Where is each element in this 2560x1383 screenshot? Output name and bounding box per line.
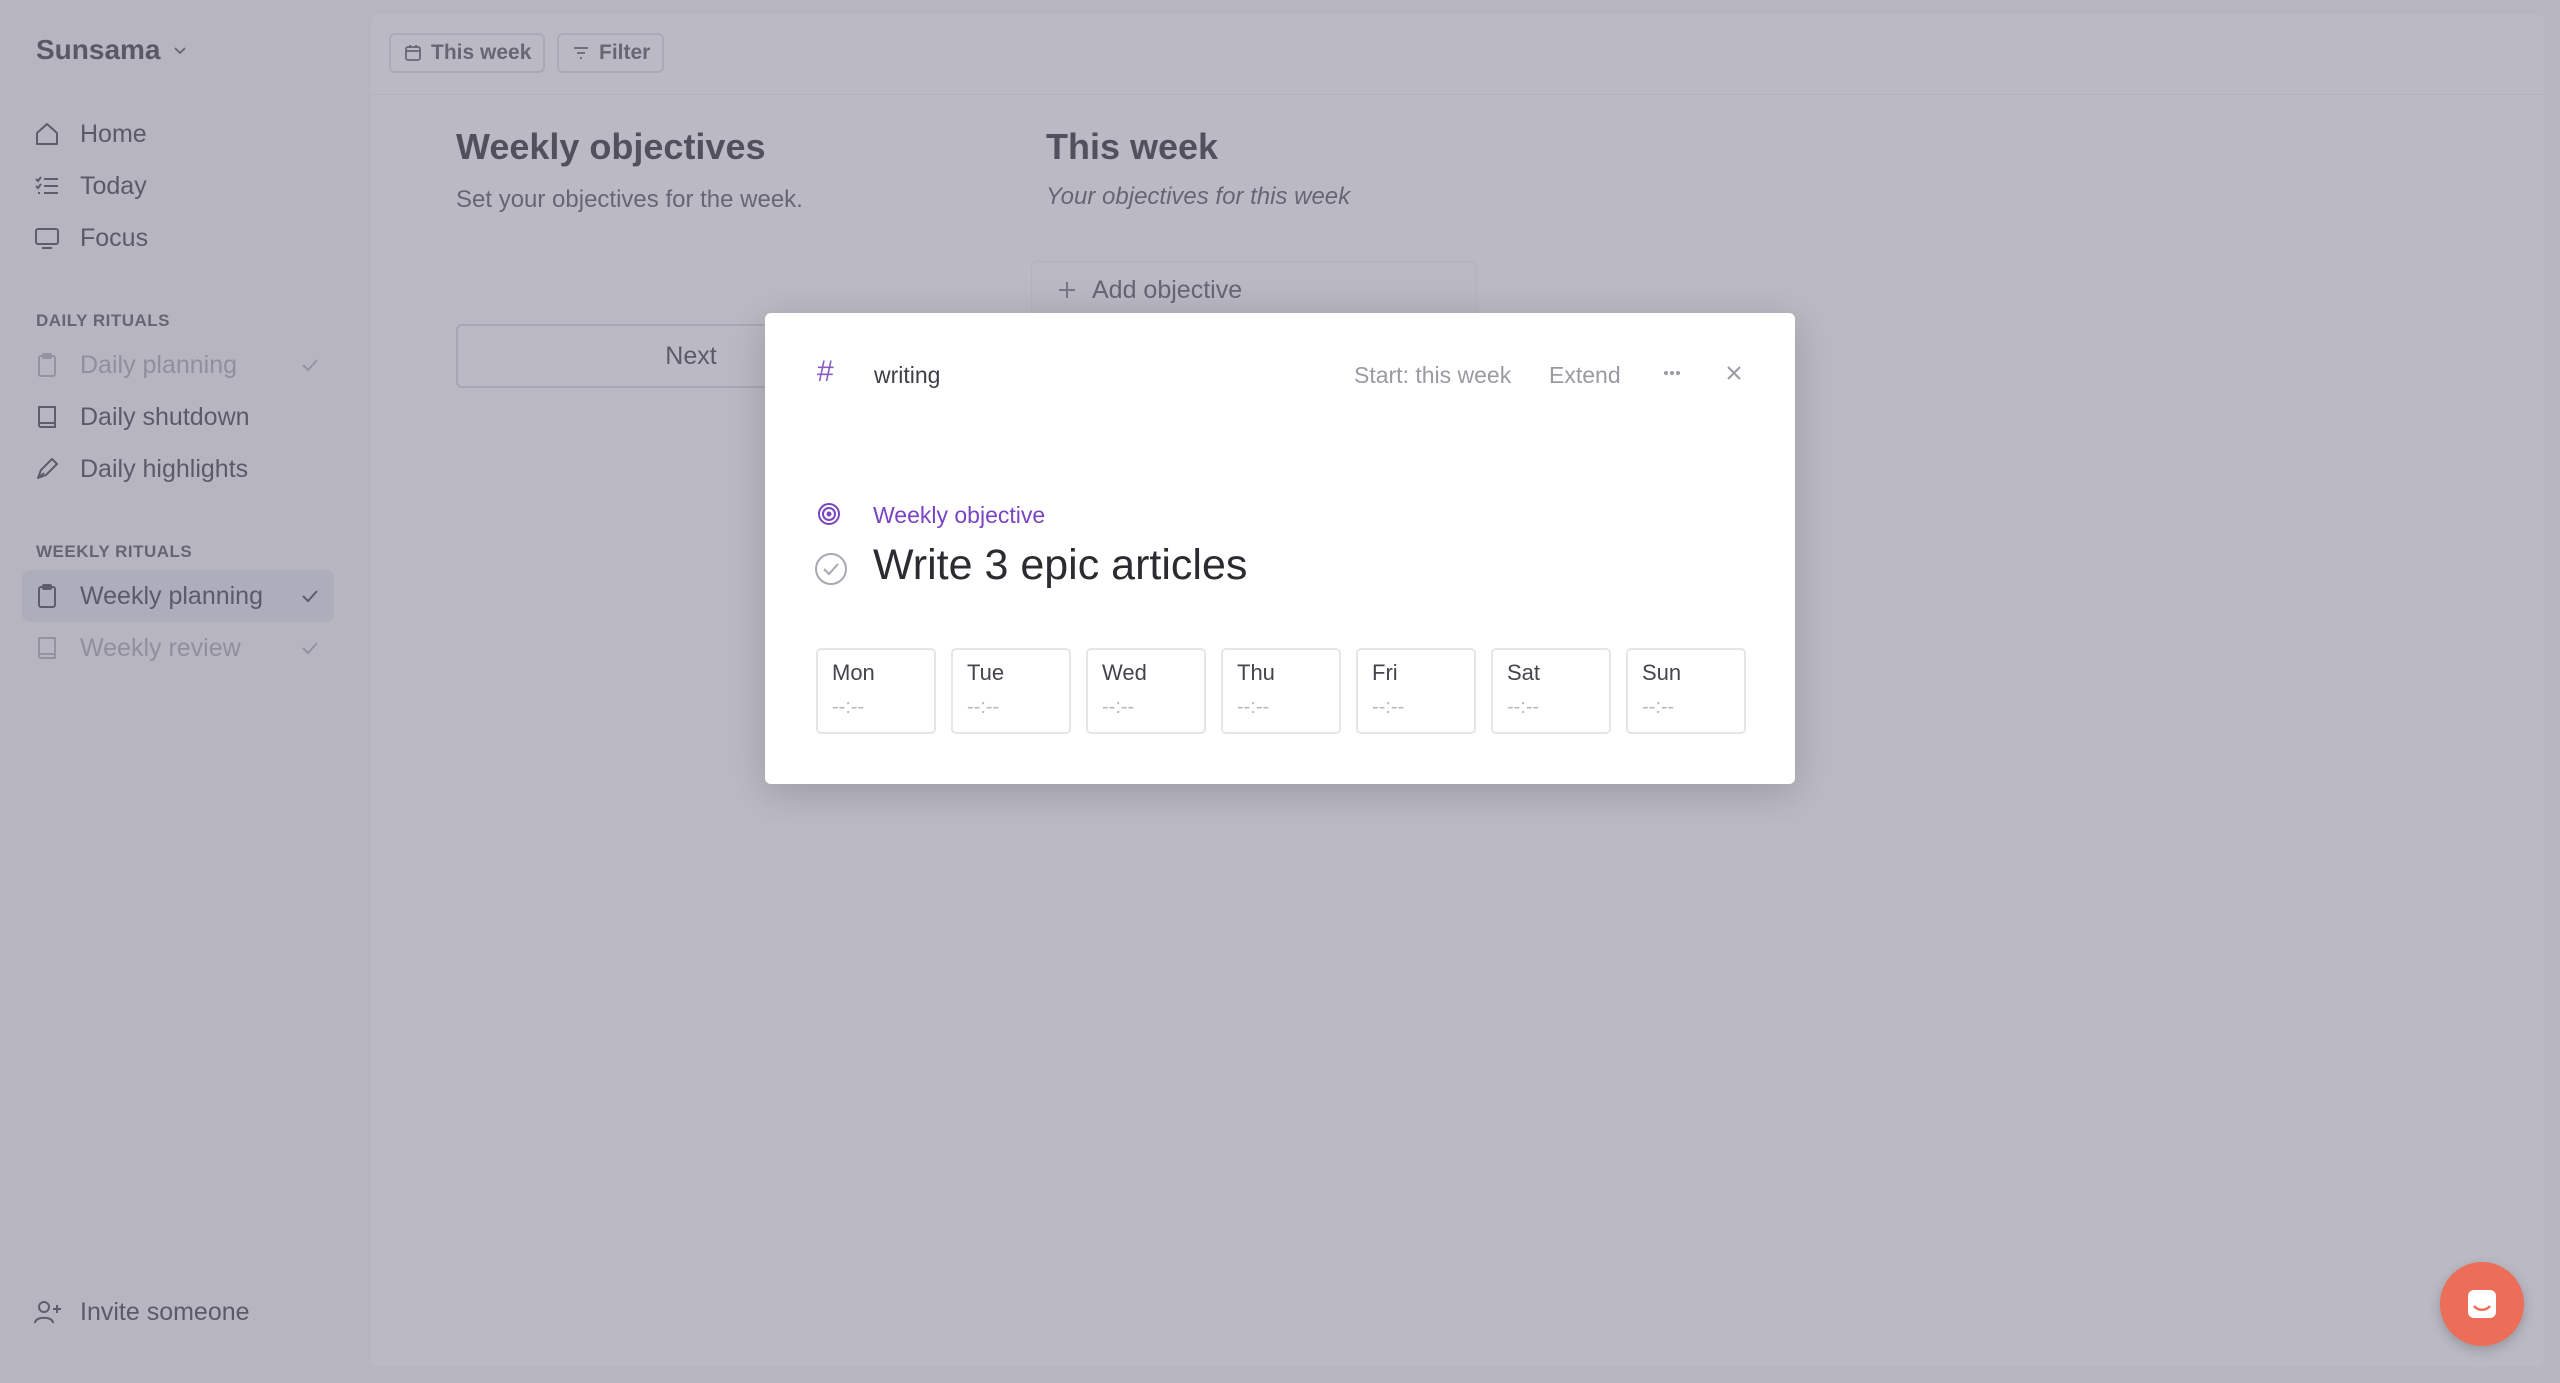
day-cell-sun[interactable]: Sun --:-- xyxy=(1626,648,1746,734)
day-name: Mon xyxy=(832,660,875,685)
objective-type-label: Weekly objective xyxy=(873,502,1046,528)
channel-selector[interactable]: writing xyxy=(874,362,940,389)
day-cell-mon[interactable]: Mon --:-- xyxy=(816,648,936,734)
day-name: Fri xyxy=(1372,660,1398,685)
extend-button[interactable]: Extend xyxy=(1549,362,1621,389)
day-time-grid: Mon --:-- Tue --:-- Wed --:-- Thu --:-- … xyxy=(816,648,1746,734)
chat-icon xyxy=(2468,1290,2496,1318)
chat-launcher-button[interactable] xyxy=(2440,1262,2524,1346)
day-cell-tue[interactable]: Tue --:-- xyxy=(951,648,1071,734)
day-cell-sat[interactable]: Sat --:-- xyxy=(1491,648,1611,734)
objective-title[interactable]: Write 3 epic articles xyxy=(873,541,1247,590)
day-cell-fri[interactable]: Fri --:-- xyxy=(1356,648,1476,734)
day-time: --:-- xyxy=(1507,696,1540,718)
close-icon[interactable] xyxy=(1723,362,1745,384)
more-options-icon[interactable] xyxy=(1658,361,1686,385)
app: Sunsama Home Today Focus DAILY RITUALS D… xyxy=(0,0,2560,1383)
day-time: --:-- xyxy=(967,696,1000,718)
day-name: Sat xyxy=(1507,660,1541,685)
day-time: --:-- xyxy=(1102,696,1135,718)
day-time: --:-- xyxy=(1642,696,1675,718)
target-icon xyxy=(818,503,840,525)
day-name: Wed xyxy=(1102,660,1147,685)
day-cell-wed[interactable]: Wed --:-- xyxy=(1086,648,1206,734)
complete-checkbox-icon[interactable] xyxy=(813,551,849,587)
objective-modal: # writing Start: this week Extend Weekly… xyxy=(765,313,1795,784)
day-name: Tue xyxy=(967,660,1005,685)
day-time: --:-- xyxy=(832,696,865,718)
day-name: Thu xyxy=(1237,660,1275,685)
day-time: --:-- xyxy=(1372,696,1405,718)
day-name: Sun xyxy=(1642,660,1682,685)
day-time: --:-- xyxy=(1237,696,1270,718)
day-cell-thu[interactable]: Thu --:-- xyxy=(1221,648,1341,734)
start-date-button[interactable]: Start: this week xyxy=(1354,362,1511,389)
hashtag-icon: # xyxy=(817,355,834,388)
